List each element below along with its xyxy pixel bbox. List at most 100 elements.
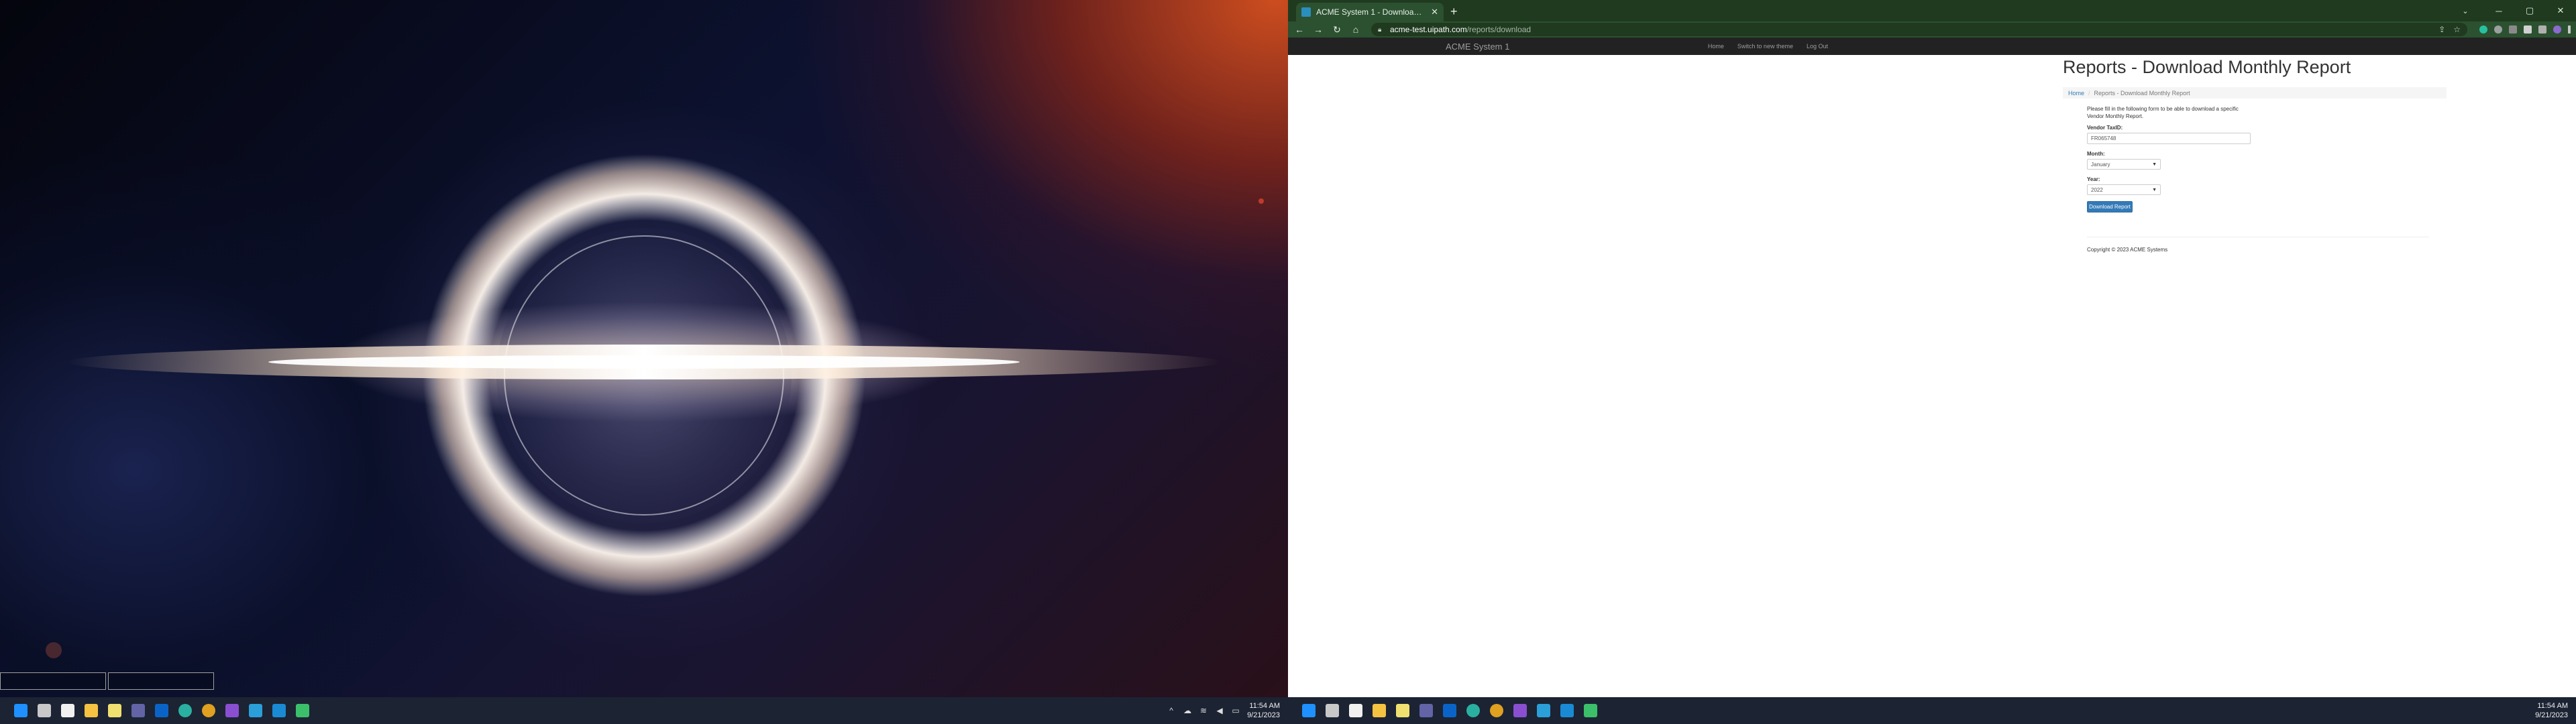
clock[interactable]: 11:54 AM 9/21/2023 (2535, 701, 2568, 720)
notepad-icon[interactable] (1394, 702, 1411, 719)
uipath-studio-icon[interactable] (1535, 702, 1552, 719)
download-report-button[interactable]: Download Report (2087, 201, 2133, 213)
chrome-icon[interactable] (200, 702, 217, 719)
vendor-taxid-label: Vendor TaxID: (2087, 125, 2123, 131)
close-window-button[interactable]: ✕ (2545, 0, 2576, 21)
desktop-widget-box (0, 672, 106, 690)
nav-logout-link[interactable]: Log Out (1807, 43, 1828, 50)
clock-time: 11:54 AM (1249, 702, 1280, 710)
system-tray: ^ ☁ ≋ ◀ ▭ 11:54 AM 9/21/2023 (1167, 697, 1288, 724)
calendar-icon[interactable] (59, 702, 76, 719)
chevron-down-icon[interactable]: ⌄ (2455, 0, 2475, 21)
windows-start-icon[interactable] (1300, 702, 1318, 719)
vscode-icon[interactable] (270, 702, 288, 719)
copyright-text: Copyright © 2023 ACME Systems (2087, 247, 2168, 253)
outlook-icon[interactable] (153, 702, 170, 719)
address-bar[interactable]: 🔒︎ acme-test.uipath.com/reports/download… (1371, 23, 2467, 36)
url-path: /reports/download (1466, 25, 1532, 34)
outlook-icon[interactable] (1441, 702, 1458, 719)
volume-icon[interactable]: ◀ (1215, 706, 1224, 715)
edge-canary-icon[interactable] (1464, 702, 1482, 719)
edge-canary-icon[interactable] (176, 702, 194, 719)
close-tab-icon[interactable]: ✕ (1431, 7, 1438, 17)
clock-date: 9/21/2023 (2535, 711, 2568, 719)
chrome-icon[interactable] (1488, 702, 1505, 719)
notepad-icon[interactable] (106, 702, 123, 719)
lock-icon[interactable]: 🔒︎ (1378, 26, 1385, 34)
month-select[interactable]: January ▼ (2087, 159, 2161, 170)
share-icon[interactable]: ⇪ (2438, 25, 2445, 34)
page-title: Reports - Download Monthly Report (2063, 57, 2351, 77)
home-icon[interactable]: ⌂ (1350, 24, 1362, 35)
chevron-up-icon[interactable]: ^ (1167, 706, 1176, 715)
profile-avatar-icon[interactable] (2553, 25, 2561, 34)
teams-icon[interactable] (1417, 702, 1435, 719)
bookmark-star-icon[interactable]: ☆ (2453, 25, 2461, 34)
desktop-widget-box (108, 672, 214, 690)
site-navbar: ACME System 1 Home Switch to new theme L… (1288, 38, 2576, 55)
system-tray: 11:54 AM 9/21/2023 (2535, 697, 2576, 724)
visual-studio-icon[interactable] (1511, 702, 1529, 719)
kebab-menu-icon[interactable] (2568, 25, 2571, 34)
minimize-button[interactable]: ─ (2483, 0, 2514, 21)
extension-icon[interactable] (2494, 25, 2502, 34)
forward-arrow-icon[interactable]: → (1312, 24, 1324, 35)
black-hole-wallpaper-art (46, 154, 1264, 658)
taskbar-right: 11:54 AM 9/21/2023 (1288, 697, 2576, 724)
side-panel-icon[interactable] (2538, 25, 2546, 34)
file-explorer-icon[interactable] (1371, 702, 1388, 719)
nav-switch-theme-link[interactable]: Switch to new theme (1737, 43, 1793, 50)
download-report-form: Please fill in the following form to be … (2087, 105, 2251, 213)
battery-icon[interactable]: ▭ (1231, 706, 1240, 715)
file-explorer-icon[interactable] (83, 702, 100, 719)
breadcrumb-separator: / (2088, 89, 2090, 97)
extensions-area (2479, 25, 2571, 34)
url-host: acme-test.uipath.com (1390, 25, 1467, 34)
file-explorer-small-icon[interactable] (36, 702, 53, 719)
uipath-assistant-icon[interactable] (294, 702, 311, 719)
breadcrumb-current: Reports - Download Monthly Report (2094, 89, 2190, 97)
file-explorer-small-icon[interactable] (1324, 702, 1341, 719)
tab-favicon-icon (1301, 7, 1311, 17)
browser-tab-active[interactable]: ACME System 1 - Download M... ✕ (1296, 3, 1444, 21)
uipath-assistant-icon[interactable] (1582, 702, 1599, 719)
vscode-icon[interactable] (1558, 702, 1576, 719)
wifi-icon[interactable]: ≋ (1199, 706, 1208, 715)
windows-start-icon[interactable] (12, 702, 30, 719)
breadcrumb: Home / Reports - Download Monthly Report (2063, 87, 2447, 99)
back-arrow-icon[interactable]: ← (1293, 24, 1305, 35)
chrome-browser-window: ACME System 1 - Download M... ✕ + ⌄ ─ ▢ … (1288, 0, 2576, 697)
maximize-button[interactable]: ▢ (2514, 0, 2545, 21)
month-label: Month: (2087, 151, 2105, 157)
nav-home-link[interactable]: Home (1708, 43, 1724, 50)
vendor-taxid-input[interactable] (2087, 133, 2251, 144)
uipath-studio-icon[interactable] (247, 702, 264, 719)
teams-icon[interactable] (129, 702, 147, 719)
breadcrumb-home-link[interactable]: Home (2068, 90, 2084, 97)
visual-studio-icon[interactable] (223, 702, 241, 719)
tab-strip: ACME System 1 - Download M... ✕ + ⌄ ─ ▢ … (1288, 0, 2576, 21)
browser-toolbar: ← → ↻ ⌂ 🔒︎ acme-test.uipath.com/reports/… (1288, 21, 2576, 38)
taskbar-left: ^ ☁ ≋ ◀ ▭ 11:54 AM 9/21/2023 (0, 697, 1288, 724)
window-controls: ─ ▢ ✕ (2483, 0, 2576, 21)
grammarly-extension-icon[interactable] (2479, 25, 2487, 34)
site-brand[interactable]: ACME System 1 (1446, 42, 1509, 52)
reload-icon[interactable]: ↻ (1331, 24, 1343, 36)
onedrive-icon[interactable]: ☁ (1183, 706, 1192, 715)
clock[interactable]: 11:54 AM 9/21/2023 (1247, 701, 1280, 720)
year-label: Year: (2087, 176, 2100, 182)
page-container: Reports - Download Monthly Report Home /… (2063, 55, 2447, 253)
caret-down-icon: ▼ (2152, 187, 2157, 192)
new-tab-button[interactable]: + (1450, 5, 1458, 19)
year-selected-value: 2022 (2091, 186, 2103, 193)
puzzle-extensions-icon[interactable] (2509, 25, 2517, 34)
downloads-icon[interactable] (2524, 25, 2532, 34)
year-select[interactable]: 2022 ▼ (2087, 184, 2161, 195)
form-intro-text: Please fill in the following form to be … (2087, 106, 2239, 119)
calendar-icon[interactable] (1347, 702, 1364, 719)
month-selected-value: January (2091, 161, 2110, 168)
desktop-wallpaper (0, 0, 1288, 724)
clock-time: 11:54 AM (2537, 702, 2568, 710)
tab-title: ACME System 1 - Download M... (1316, 7, 1426, 17)
caret-down-icon: ▼ (2152, 162, 2157, 167)
